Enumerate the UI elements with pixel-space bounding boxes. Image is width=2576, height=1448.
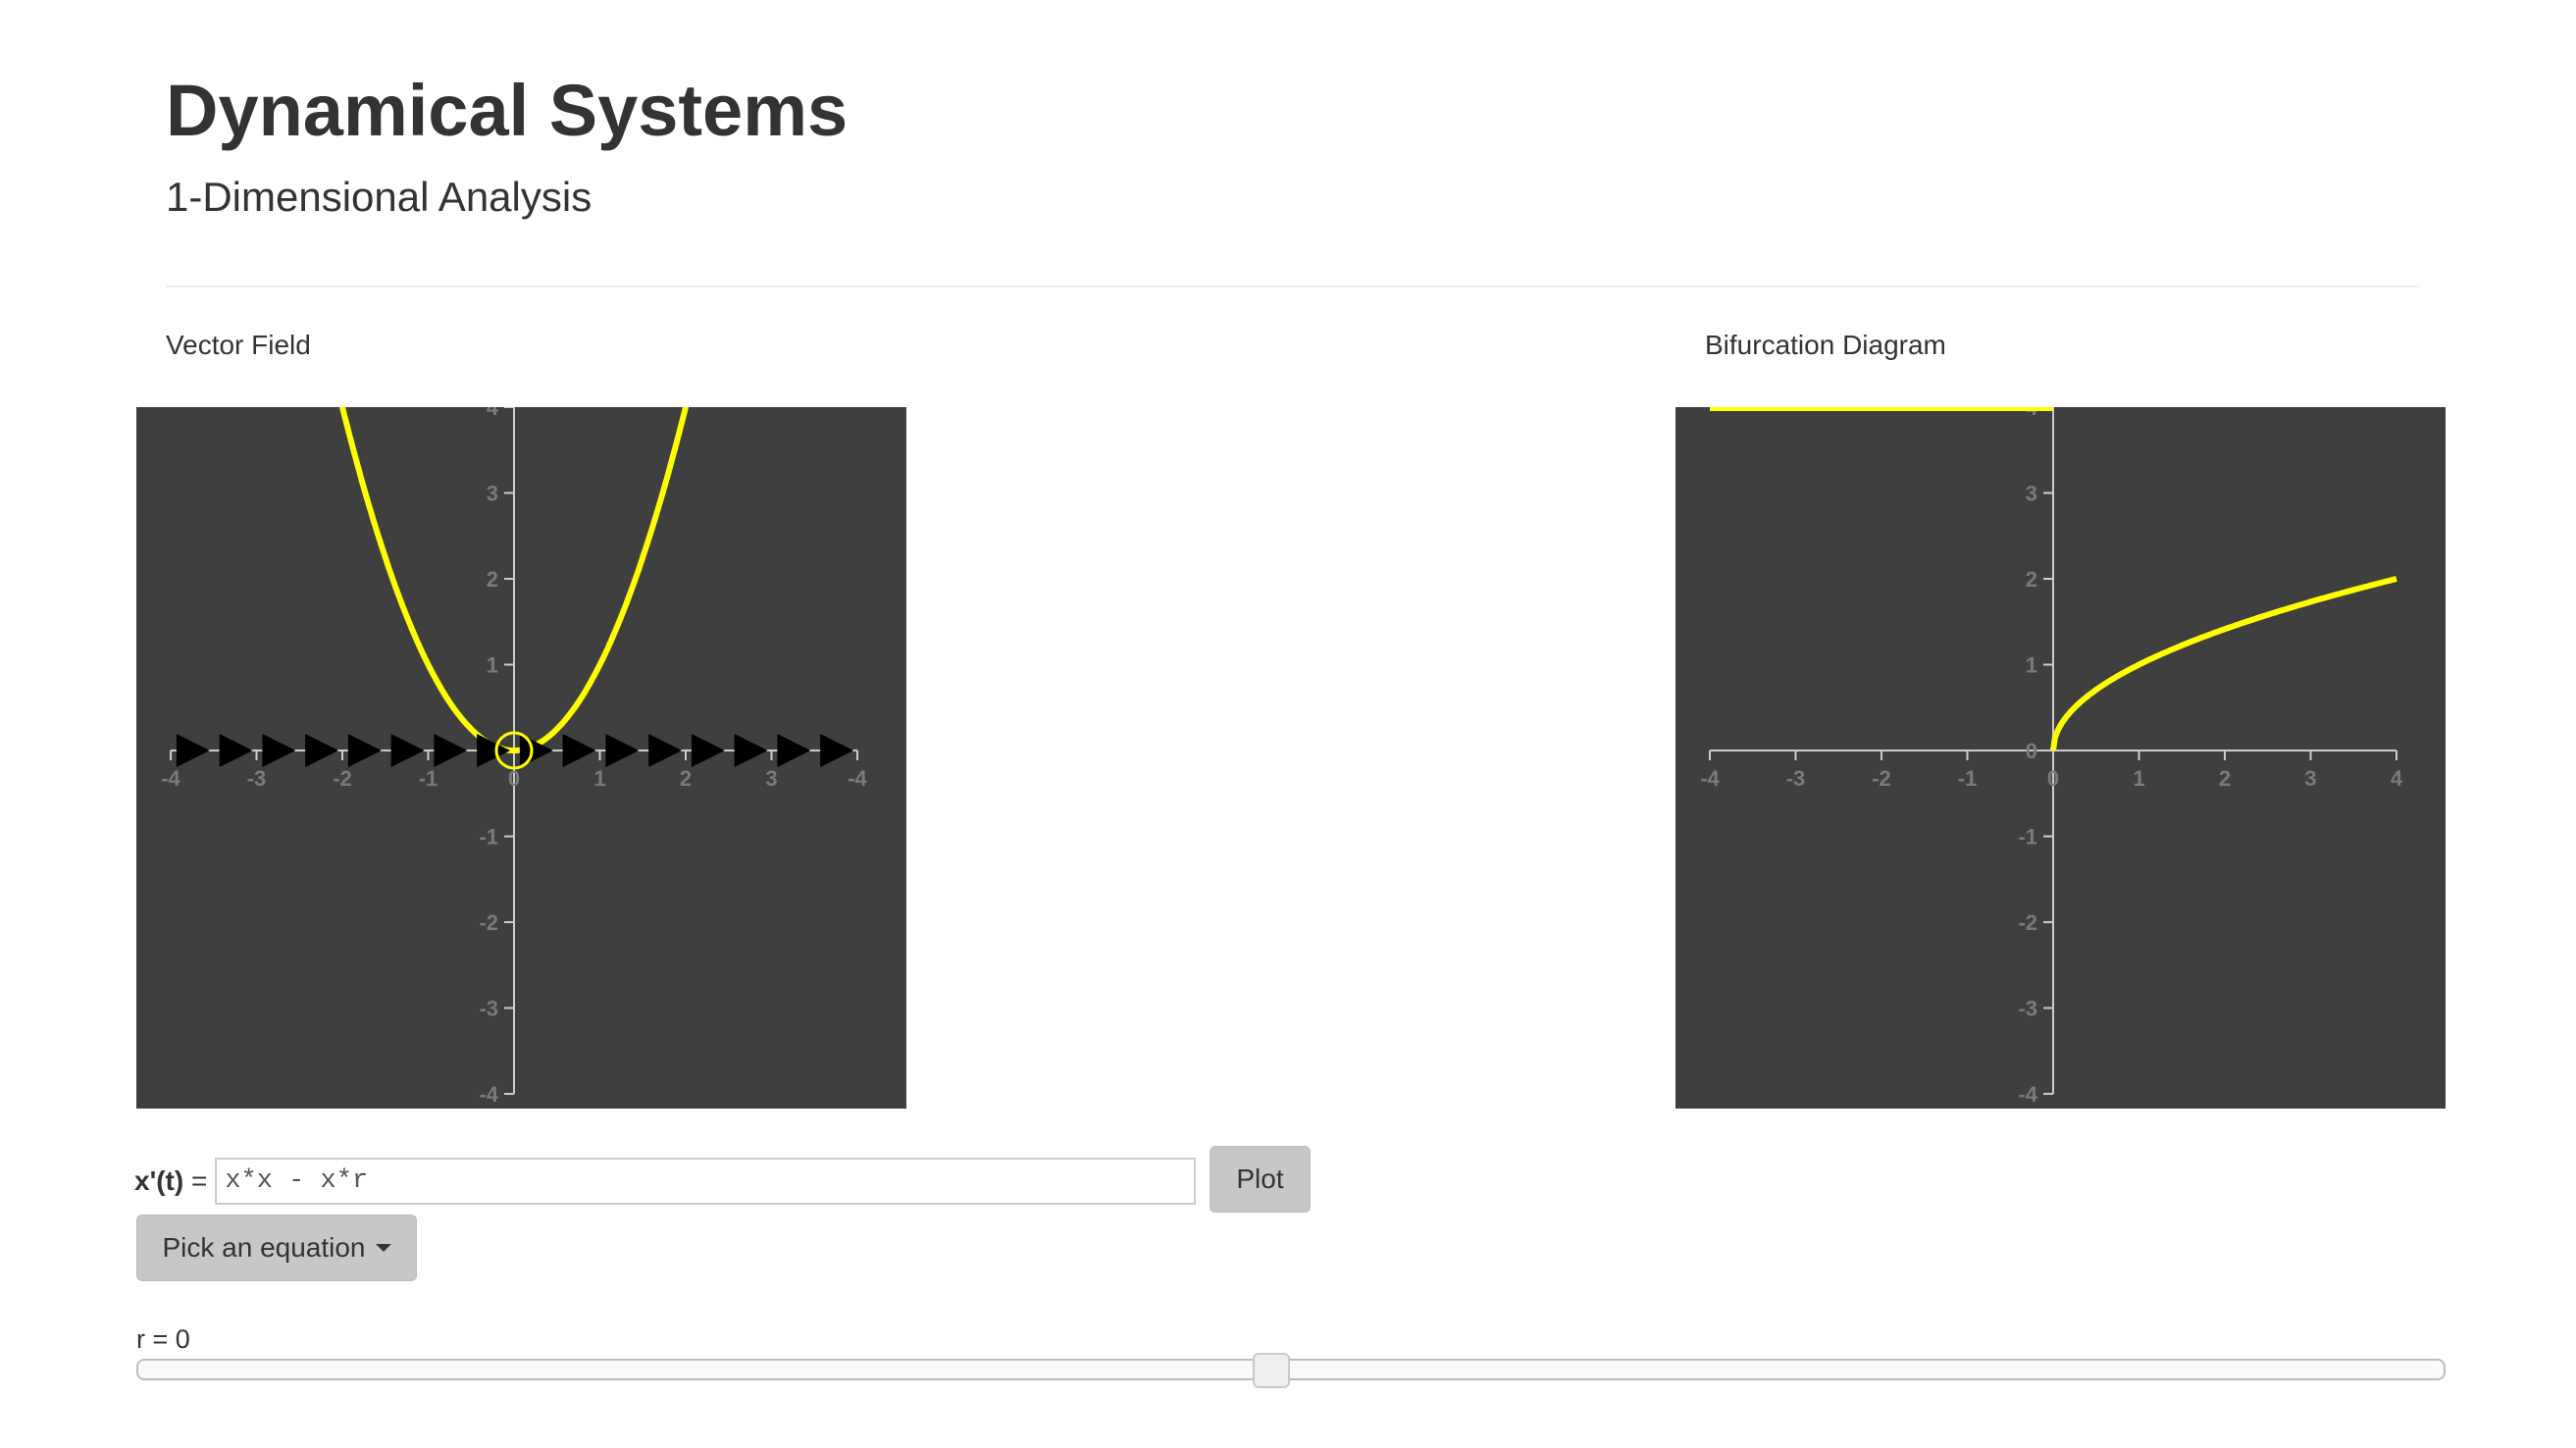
y-tick-label: -4 <box>479 1082 498 1107</box>
flow-arrow <box>648 734 683 767</box>
x-tick-label: -4 <box>161 766 180 791</box>
bifurcation-plot[interactable]: -4 -3 -2 -1 0 1 2 3 4 4 3 2 1 -1 -2 -3 -4 0 <box>1675 407 2446 1109</box>
x-tick-label: 0 <box>508 766 520 791</box>
header-divider <box>166 285 2419 287</box>
x-tick-label: -1 <box>1958 766 1978 791</box>
flow-arrow <box>434 734 468 767</box>
r-slider-track[interactable] <box>136 1359 2446 1380</box>
r-slider-handle[interactable] <box>1253 1353 1290 1388</box>
equation-input[interactable] <box>215 1158 1197 1205</box>
formula-equals: = <box>183 1165 208 1196</box>
y-tick-label: 2 <box>487 567 498 592</box>
y-tick-label: 3 <box>2026 482 2037 506</box>
flow-arrow <box>347 734 382 767</box>
y-tick-label: 2 <box>2026 567 2037 592</box>
y-tick-label: 3 <box>487 482 498 506</box>
flow-arrow <box>734 734 768 767</box>
y-tick-label: -3 <box>2018 997 2037 1021</box>
r-parameter-label: r = 0 <box>136 1324 190 1354</box>
flow-arrow <box>777 734 811 767</box>
flow-arrow <box>605 734 640 767</box>
page-title: Dynamical Systems <box>166 70 849 151</box>
pick-equation-label: Pick an equation <box>162 1232 366 1263</box>
x-tick-label: 0 <box>2047 766 2059 791</box>
x-tick-label: -2 <box>1872 766 1891 791</box>
y-tick-label: -2 <box>479 910 498 935</box>
flow-arrow <box>262 734 296 767</box>
page-subtitle: 1-Dimensional Analysis <box>166 174 592 220</box>
flow-arrow <box>562 734 596 767</box>
origin-label: 0 <box>2026 739 2037 763</box>
x-tick-label: 1 <box>2133 766 2144 791</box>
plot-button[interactable]: Plot <box>1210 1146 1311 1213</box>
x-tick-label: 2 <box>680 766 692 791</box>
flow-arrow <box>219 734 253 767</box>
series-line-0 <box>2050 576 2397 751</box>
y-tick-label: -4 <box>2018 1082 2037 1107</box>
flow-arrow <box>176 734 210 767</box>
formula-derivative: x'(t) <box>134 1165 184 1196</box>
x-tick-label: 3 <box>765 766 777 791</box>
x-tick-label: 3 <box>2304 766 2316 791</box>
x-tick-label: -4 <box>1700 766 1720 791</box>
pick-equation-dropdown[interactable]: Pick an equation <box>136 1215 417 1281</box>
caret-down-icon <box>375 1244 391 1252</box>
y-tick-label: 1 <box>2026 653 2037 678</box>
x-tick-label: 2 <box>2219 766 2231 791</box>
plot-button-label: Plot <box>1236 1164 1284 1194</box>
formula-label: x'(t) = <box>134 1165 207 1197</box>
vector-field-label: Vector Field <box>166 330 311 360</box>
x-tick-label: -2 <box>333 766 352 791</box>
y-tick-label: 1 <box>487 653 498 678</box>
bifurcation-label: Bifurcation Diagram <box>1705 330 1946 360</box>
y-tick-label: -2 <box>2018 910 2037 935</box>
vector-field-svg[interactable]: -4-3-2-10123-44321-1-2-3-40 <box>136 407 906 1109</box>
x-tick-label: 4 <box>2391 766 2403 791</box>
formula-row: x'(t) = <box>134 1156 1197 1207</box>
flow-arrow <box>691 734 725 767</box>
y-tick-label: 4 <box>487 407 499 420</box>
y-tick-label: -1 <box>2018 825 2037 850</box>
x-tick-label: -1 <box>419 766 438 791</box>
y-tick-label: -1 <box>479 825 498 850</box>
x-tick-label: -4 <box>848 766 867 791</box>
flow-arrow <box>390 734 425 767</box>
x-tick-label: -3 <box>1786 766 1806 791</box>
vector-field-plot[interactable]: -4-3-2-10123-44321-1-2-3-40 <box>136 407 906 1109</box>
flow-arrow <box>820 734 854 767</box>
x-tick-label: 1 <box>593 766 605 791</box>
y-tick-label: -3 <box>479 997 498 1021</box>
bifurcation-svg[interactable]: -4 -3 -2 -1 0 1 2 3 44321-1-2-3-40 <box>1675 407 2446 1109</box>
x-tick-label: -3 <box>247 766 267 791</box>
flow-arrow <box>305 734 339 767</box>
